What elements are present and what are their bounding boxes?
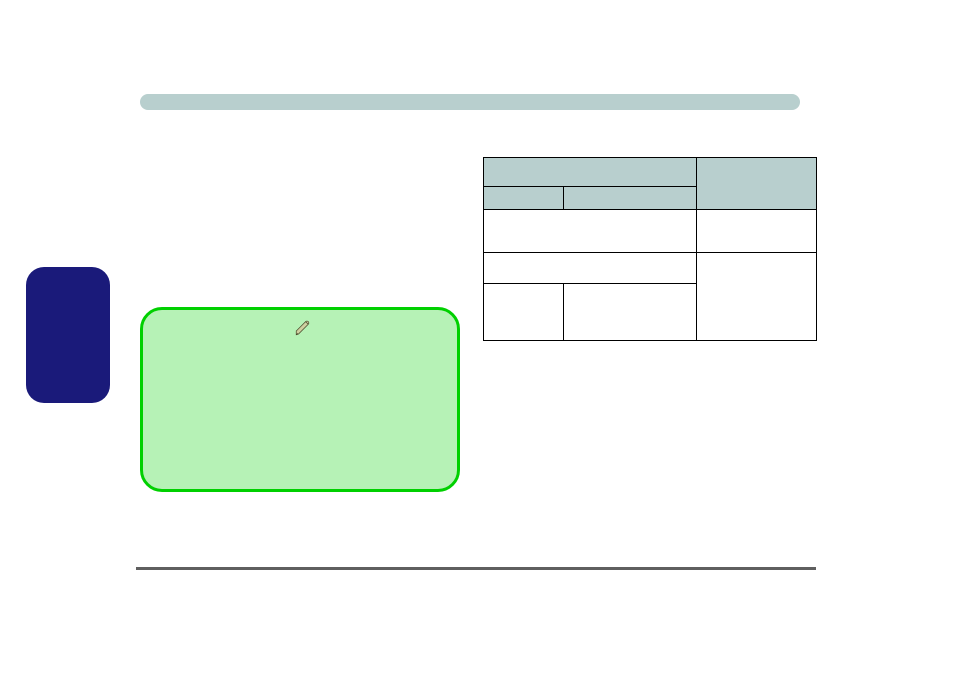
pen-icon: [294, 319, 312, 337]
cell: [484, 284, 564, 341]
table-row: [484, 253, 817, 284]
header-cell: [697, 158, 817, 210]
table-row: [484, 210, 817, 253]
cell: [697, 253, 817, 341]
cell: [697, 210, 817, 253]
cell: [484, 210, 697, 253]
bottom-divider: [136, 567, 816, 570]
header-cell: [484, 187, 564, 210]
cell: [484, 253, 697, 284]
cell: [564, 284, 697, 341]
top-pill-bar: [140, 94, 800, 110]
table-row: [484, 158, 817, 187]
header-cell: [484, 158, 697, 187]
header-cell: [564, 187, 697, 210]
data-grid: [483, 157, 817, 341]
blue-rounded-box: [26, 267, 110, 403]
